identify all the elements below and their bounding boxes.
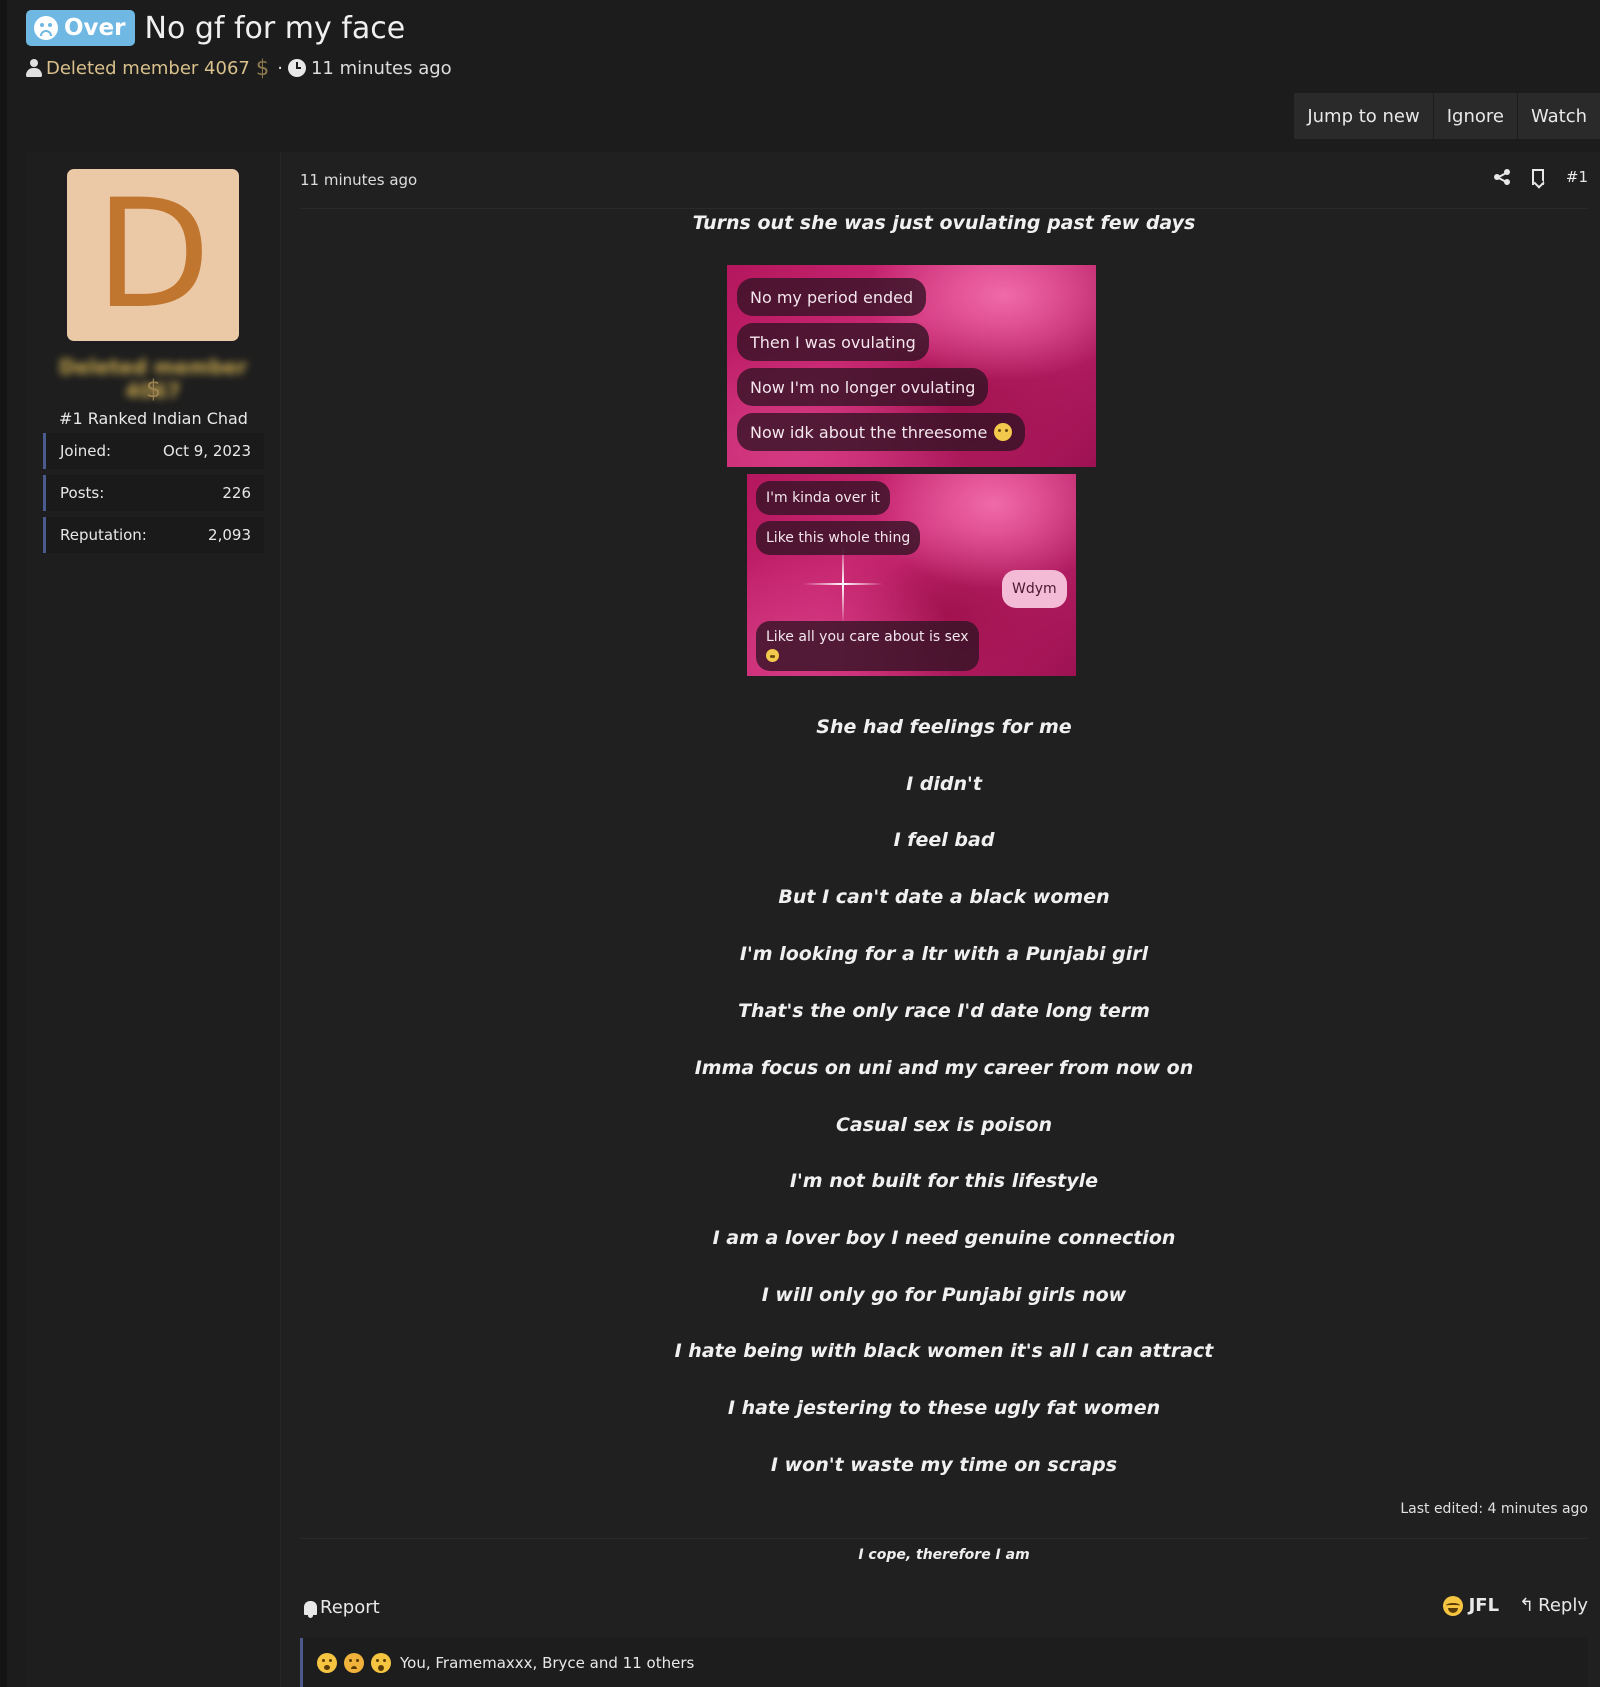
stat-value[interactable]: 226 (222, 484, 251, 502)
chat-bubble-sent: Wdym (1002, 570, 1067, 608)
stat-posts: Posts: 226 (43, 475, 264, 511)
attribution-icons: #1 (1493, 168, 1588, 186)
chat-bubble-with-emoji: Like all you care about is sex (756, 621, 979, 671)
report-label: Report (320, 1597, 380, 1618)
dollar-badge-icon: $ (145, 375, 162, 403)
avatar[interactable]: D (67, 169, 239, 341)
post-line: She had feelings for me (816, 716, 1072, 738)
post-line: Casual sex is poison (835, 1114, 1053, 1136)
post: D Deleted member 4067 $ #1 Ranked Indian… (26, 152, 1600, 1687)
post-number[interactable]: #1 (1566, 168, 1588, 186)
chat-screenshot-1[interactable]: No my period ended Then I was ovulating … (727, 265, 1096, 467)
stat-label: Posts: (60, 484, 105, 502)
watch-button[interactable]: Watch (1516, 93, 1600, 139)
post-line: I'm not built for this lifestyle (789, 1170, 1099, 1192)
left-edge-strip (0, 0, 7, 1687)
post-time[interactable]: 11 minutes ago (300, 171, 417, 189)
post-line: I hate being with black women it's all I… (674, 1340, 1214, 1362)
thread-time[interactable]: 11 minutes ago (311, 58, 452, 79)
thread-header: Over No gf for my face Deleted member 40… (26, 10, 452, 80)
post-line: Imma focus on uni and my career from now… (694, 1057, 1194, 1079)
post-line: I won't waste my time on scraps (770, 1454, 1118, 1476)
post-line: But I can't date a black women (778, 886, 1110, 908)
title-row: Over No gf for my face (26, 10, 452, 46)
laughing-crying-icon (1442, 1595, 1463, 1616)
jfl-reaction-button[interactable]: JFL (1442, 1595, 1500, 1616)
sad-face-icon (344, 1652, 364, 1673)
chat-bubble: Now I'm no longer ovulating (737, 368, 989, 406)
jump-to-new-button[interactable]: Jump to new (1294, 93, 1432, 139)
thread-actions: Jump to new Ignore Watch (1294, 93, 1600, 139)
astonished-face-icon (371, 1652, 391, 1673)
share-icon[interactable] (1493, 169, 1510, 185)
reply-button[interactable]: ↰ Reply (1519, 1595, 1588, 1616)
flushed-face-icon (994, 423, 1013, 441)
chat-bubble-text: Like all you care about is sex (766, 629, 969, 645)
user-title: #1 Ranked Indian Chad (59, 409, 248, 428)
post-line: I am a lover boy I need genuine connecti… (712, 1227, 1176, 1249)
stat-label: Reputation: (60, 526, 147, 544)
reactions-bar[interactable]: You, Framemaxxx, Bryce and 11 others (300, 1638, 1588, 1687)
stat-joined: Joined: Oct 9, 2023 (43, 433, 264, 469)
message-attribution: 11 minutes ago #1 (300, 152, 1588, 209)
bell-icon (304, 1600, 317, 1618)
sad-face-icon (34, 16, 58, 40)
post-line: I hate jestering to these ugly fat women (727, 1397, 1161, 1419)
post-footer: Report JFL ↰ Reply (300, 1594, 1588, 1624)
reaction-users[interactable]: You, Framemaxxx, Bryce and 11 others (400, 1654, 694, 1672)
meta-separator: · (277, 57, 283, 79)
last-edited: Last edited: 4 minutes ago (1400, 1501, 1588, 1517)
footer-actions: JFL ↰ Reply (1442, 1595, 1588, 1616)
prefix-label: Over (64, 15, 126, 41)
clock-icon (287, 59, 306, 77)
stat-value: Oct 9, 2023 (163, 442, 251, 460)
dollar-badge-icon: $ (255, 56, 270, 80)
post-line: I didn't (906, 773, 982, 795)
thread-title: No gf for my face (144, 10, 406, 46)
chat-bubble: No my period ended (737, 278, 927, 316)
sparkle-icon (803, 544, 883, 624)
chat-bubble-with-emoji: Now idk about the threesome (737, 413, 1026, 451)
post-line: That's the only race I'd date long term (738, 1000, 1150, 1022)
signature-divider (300, 1538, 1588, 1539)
post-user-column: D Deleted member 4067 $ #1 Ranked Indian… (26, 152, 281, 1687)
user-stats: Joined: Oct 9, 2023 Posts: 226 Reputatio… (43, 433, 264, 559)
chat-bubble: I'm kinda over it (756, 481, 890, 515)
reply-label: Reply (1538, 1595, 1588, 1616)
stat-label: Joined: (60, 442, 112, 460)
signature: I cope, therefore I am (858, 1547, 1030, 1563)
thread-meta: Deleted member 4067 $ · 11 minutes ago (26, 56, 452, 80)
ignore-button[interactable]: Ignore (1432, 93, 1517, 139)
bookmark-icon[interactable] (1531, 169, 1544, 185)
post-message-column: 11 minutes ago #1 Turns out she was just… (300, 152, 1588, 1687)
chat-screenshot-2[interactable]: I'm kinda over it Like this whole thing … (747, 474, 1076, 676)
chat-bubble: Then I was ovulating (737, 323, 929, 361)
laughing-crying-icon (317, 1652, 337, 1673)
sad-emoji-icon (766, 649, 779, 662)
thread-author-link[interactable]: Deleted member 4067 (46, 58, 250, 79)
chat-bubble-text: Now idk about the threesome (750, 422, 988, 442)
post-line: I will only go for Punjabi girls now (761, 1284, 1127, 1306)
post-line: I'm looking for a ltr with a Punjabi gir… (739, 943, 1149, 965)
user-icon (26, 59, 42, 77)
post-intro-line: Turns out she was just ovulating past fe… (692, 212, 1196, 234)
post-line: I feel bad (893, 829, 995, 851)
jfl-label: JFL (1468, 1595, 1500, 1616)
stat-reputation: Reputation: 2,093 (43, 517, 264, 553)
chat-bubble: Like this whole thing (756, 521, 921, 555)
reply-arrow-icon: ↰ (1519, 1595, 1535, 1616)
report-button[interactable]: Report (304, 1597, 380, 1618)
stat-value: 2,093 (208, 526, 251, 544)
prefix-badge[interactable]: Over (26, 10, 135, 46)
